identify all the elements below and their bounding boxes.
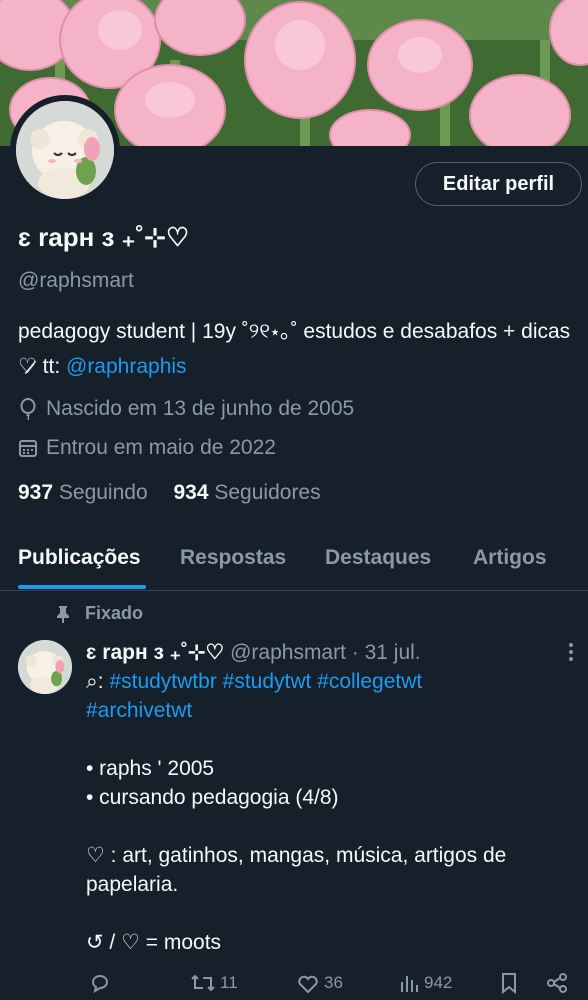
pinned-label: Fixado [85,603,144,623]
share-button[interactable] [546,972,572,994]
profile-avatar[interactable] [10,95,120,205]
birthdate-row: Nascido em 13 de junho de 2005 [18,397,354,421]
post-author-avatar[interactable] [18,640,72,694]
calendar-icon [19,440,37,457]
post-bullet-2: • cursando pedagogia (4/8) [86,786,339,809]
post-bullet-1: • raphs ' 2005 [86,757,215,780]
post-tags-line-1: ⌕: #studytwtbr #studytwt #collegetwt [86,667,566,696]
followers-count: 934 [173,481,209,504]
tab-respostas[interactable]: Respostas [180,546,286,570]
post-actions: 11 36 942 [0,970,588,1000]
profile-bio: pedagogy student | 19y ˚୨୧⋆｡˚ estudos e … [18,314,578,384]
reply-icon [91,975,109,994]
avatar-image [16,101,114,199]
post-moots-line: ↺ / ♡ = moots [86,931,222,954]
tab-publicacoes[interactable]: Publicações [18,546,141,570]
retweet-count: 11 [220,973,238,992]
heart-icon [298,975,318,994]
pinned-post[interactable]: ɛ rapн ɜ ₊˚⊹♡ @raphsmart · 31 jul. ⌕: #s… [86,638,566,957]
more-vertical-icon [569,643,573,661]
bookmark-button[interactable] [500,972,522,994]
tab-destaques[interactable]: Destaques [325,546,431,570]
following-label: Seguindo [58,481,148,504]
balloon-icon [20,398,36,420]
like-count: 36 [324,973,343,992]
profile-handle: @raphsmart [18,269,134,292]
joined-text: Entrou em maio de 2022 [46,436,276,459]
birthdate-text: Nascido em 13 de junho de 2005 [46,397,355,420]
tags-prefix: ⌕: [86,670,110,693]
bio-mention-link[interactable]: @raphraphis [66,355,187,378]
views-count: 942 [424,973,453,992]
like-button[interactable]: 36 [296,972,343,994]
post-hearts-line-2: papelaria. [86,873,179,896]
followers-label: Seguidores [214,481,321,504]
post-author-name[interactable]: ɛ rapн ɜ ₊˚⊹♡ [86,641,224,664]
pin-icon [57,605,69,623]
profile-tabs: Publicações Respostas Destaques Artigos [0,530,588,591]
retweet-button[interactable]: 11 [190,972,238,994]
more-options-button[interactable] [568,642,574,667]
pinned-indicator: Fixado [55,603,143,624]
active-tab-indicator [18,585,146,589]
post-header: ɛ rapн ɜ ₊˚⊹♡ @raphsmart · 31 jul. [86,638,566,667]
hashtags-1[interactable]: #studytwtbr #studytwt #collegetwt [109,670,422,693]
followers-link[interactable]: 934 Seguidores [173,481,320,504]
joined-row: Entrou em maio de 2022 [18,436,276,460]
post-hearts-line-1: ♡ : art, gatinhos, mangas, música, artig… [86,844,507,867]
retweet-icon [191,974,215,992]
hashtags-2[interactable]: #archivetwt [86,696,566,725]
bookmark-icon [502,973,516,994]
follow-stats: 937 Seguindo 934 Seguidores [18,481,321,505]
profile-name: ɛ rapн ɜ ₊˚⊹♡ [18,222,190,252]
post-meta: @raphsmart · 31 jul. [230,641,421,664]
views-icon [401,976,418,992]
tab-artigos[interactable]: Artigos [473,546,547,570]
avatar-image [18,640,72,694]
following-count: 937 [18,481,54,504]
following-link[interactable]: 937 Seguindo [18,481,148,504]
reply-button[interactable] [89,972,115,994]
share-icon [547,973,567,993]
views-button[interactable]: 942 [398,972,452,994]
edit-profile-button[interactable]: Editar perfil [415,162,582,206]
